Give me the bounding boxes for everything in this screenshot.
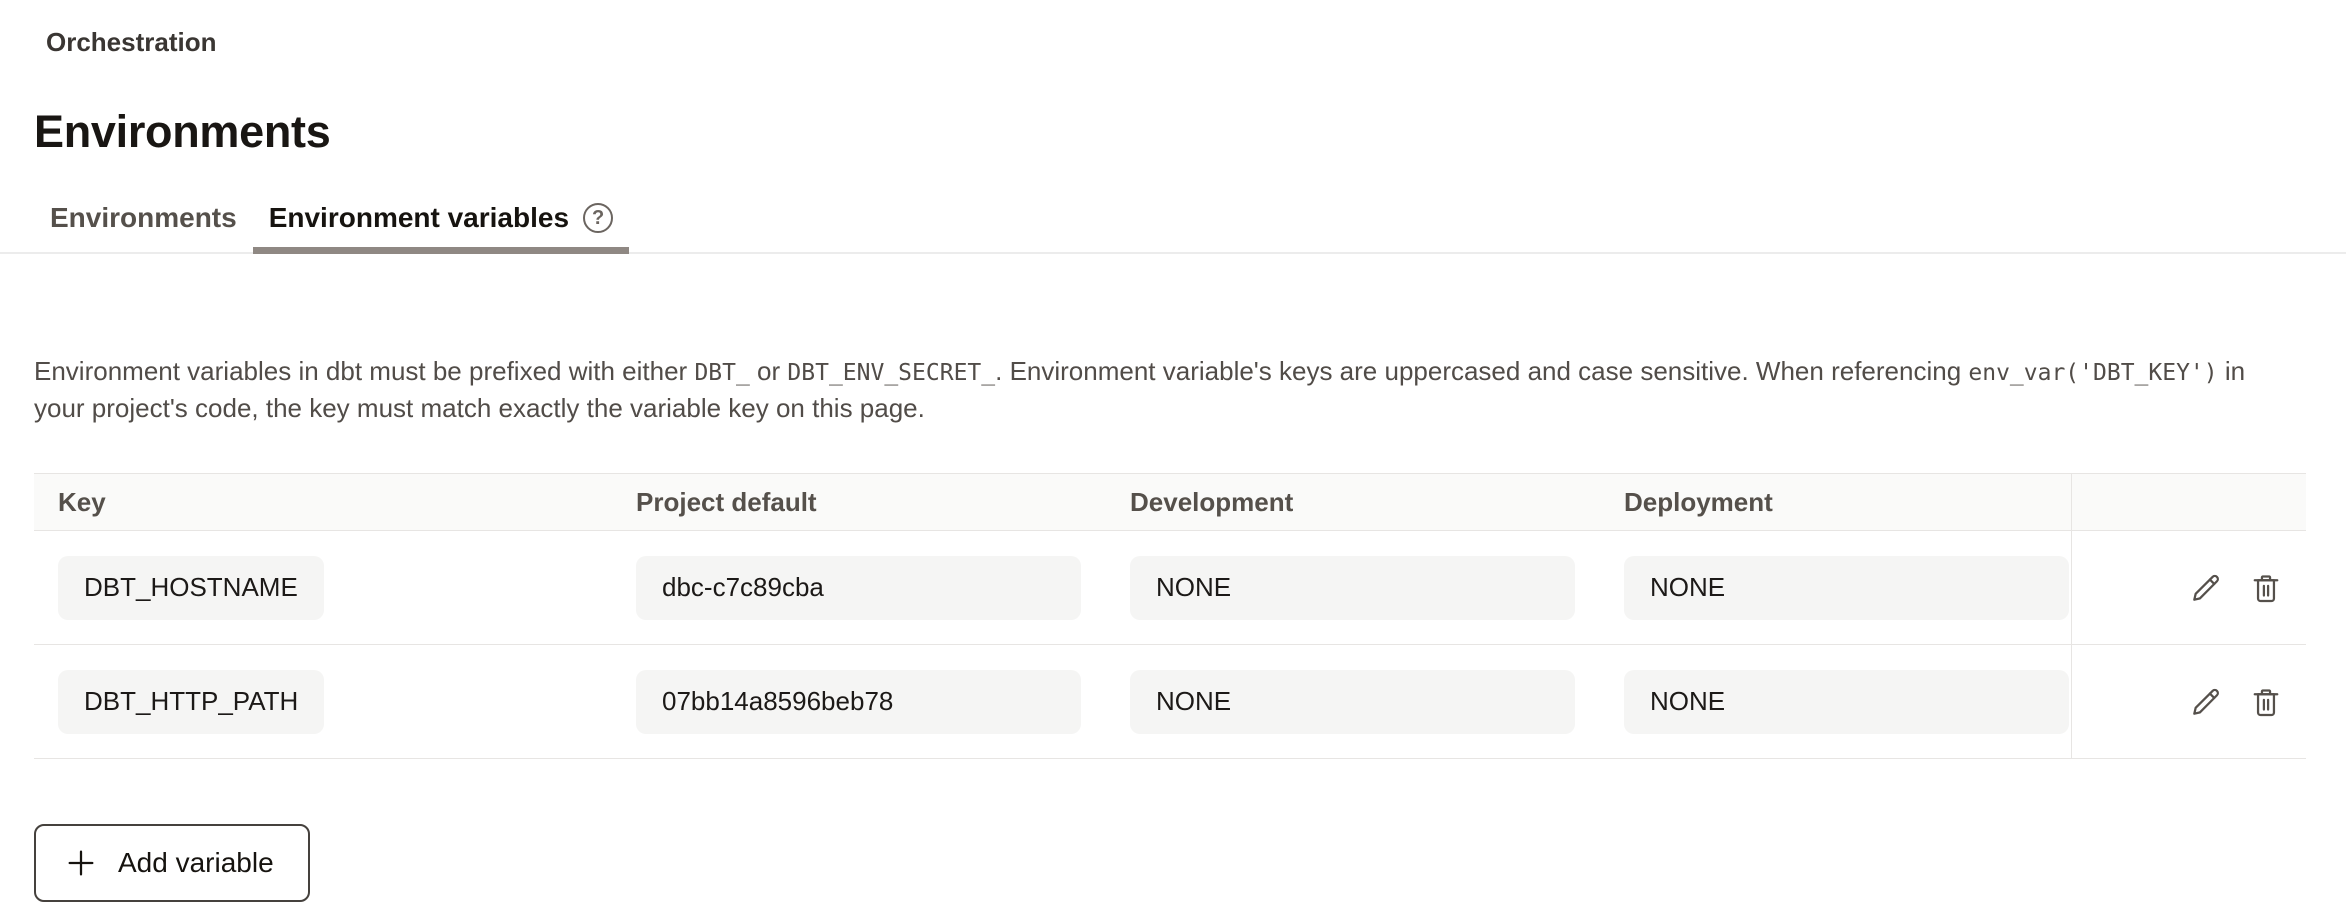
description-text: Environment variables in dbt must be pre… (0, 254, 2330, 426)
trash-icon (2248, 684, 2284, 720)
variable-key-pill: DBT_HOSTNAME (58, 556, 324, 620)
variable-key-pill: DBT_HTTP_PATH (58, 670, 324, 734)
description-segment: . Environment variable's keys are upperc… (995, 356, 1968, 386)
column-header-project-default: Project default (612, 474, 1106, 531)
column-header-actions (2071, 474, 2306, 531)
row-actions (2072, 568, 2287, 608)
cell-actions (2071, 531, 2306, 645)
delete-variable-button[interactable] (2246, 682, 2286, 722)
cell-key: DBT_HOSTNAME (34, 531, 612, 645)
variable-value-pill: dbc-c7c89cba (636, 556, 1081, 620)
cell-deployment: NONE (1600, 645, 2071, 759)
add-variable-button[interactable]: Add variable (34, 824, 310, 902)
table-row: DBT_HTTP_PATH 07bb14a8596beb78 NONE NONE (34, 645, 2306, 759)
trash-icon (2248, 570, 2284, 606)
table-header: KeyProject defaultDevelopmentDeployment (34, 474, 2306, 531)
edit-variable-button[interactable] (2186, 568, 2226, 608)
breadcrumb[interactable]: Orchestration (0, 0, 2346, 58)
column-header-development: Development (1106, 474, 1600, 531)
variable-value-pill: NONE (1130, 556, 1575, 620)
description-code-segment: DBT_ENV_SECRET_ (787, 360, 995, 386)
cell-development: NONE (1106, 645, 1600, 759)
edit-variable-button[interactable] (2186, 682, 2226, 722)
description-code-segment: env_var('DBT_KEY') (1968, 360, 2217, 386)
pencil-icon (2188, 684, 2224, 720)
environment-variables-page: Orchestration Environments EnvironmentsE… (0, 0, 2346, 924)
plus-icon (64, 846, 98, 880)
tab-label: Environments (50, 202, 237, 234)
table-row: DBT_HOSTNAME dbc-c7c89cba NONE NONE (34, 531, 2306, 645)
table-body: DBT_HOSTNAMEdbc-c7c89cbaNONENONEDBT_HTTP… (34, 531, 2306, 759)
description-segment: or (750, 356, 788, 386)
variable-value-pill: 07bb14a8596beb78 (636, 670, 1081, 734)
page-title: Environments (0, 58, 2346, 158)
tab-bar: Environments Environment variables? (0, 192, 2346, 254)
environment-variables-table: KeyProject defaultDevelopmentDeployment … (34, 473, 2306, 759)
variable-value-pill: NONE (1624, 670, 2069, 734)
pencil-icon (2188, 570, 2224, 606)
description-segment: Environment variables in dbt must be pre… (34, 356, 694, 386)
table-header-row: KeyProject defaultDevelopmentDeployment (34, 474, 2306, 531)
description-code-segment: DBT_ (694, 360, 749, 386)
row-actions (2072, 682, 2287, 722)
column-header-key: Key (34, 474, 612, 531)
column-header-deployment: Deployment (1600, 474, 2071, 531)
variable-value-pill: NONE (1624, 556, 2069, 620)
cell-key: DBT_HTTP_PATH (34, 645, 612, 759)
cell-deployment: NONE (1600, 531, 2071, 645)
tab-environment-variables[interactable]: Environment variables? (253, 192, 629, 252)
delete-variable-button[interactable] (2246, 568, 2286, 608)
cell-development: NONE (1106, 531, 1600, 645)
tab-environments[interactable]: Environments (34, 192, 253, 252)
variable-value-pill: NONE (1130, 670, 1575, 734)
add-variable-label: Add variable (118, 847, 274, 879)
cell-actions (2071, 645, 2306, 759)
cell-project-default: dbc-c7c89cba (612, 531, 1106, 645)
help-icon[interactable]: ? (583, 203, 613, 233)
cell-project-default: 07bb14a8596beb78 (612, 645, 1106, 759)
tab-label: Environment variables (269, 202, 569, 234)
